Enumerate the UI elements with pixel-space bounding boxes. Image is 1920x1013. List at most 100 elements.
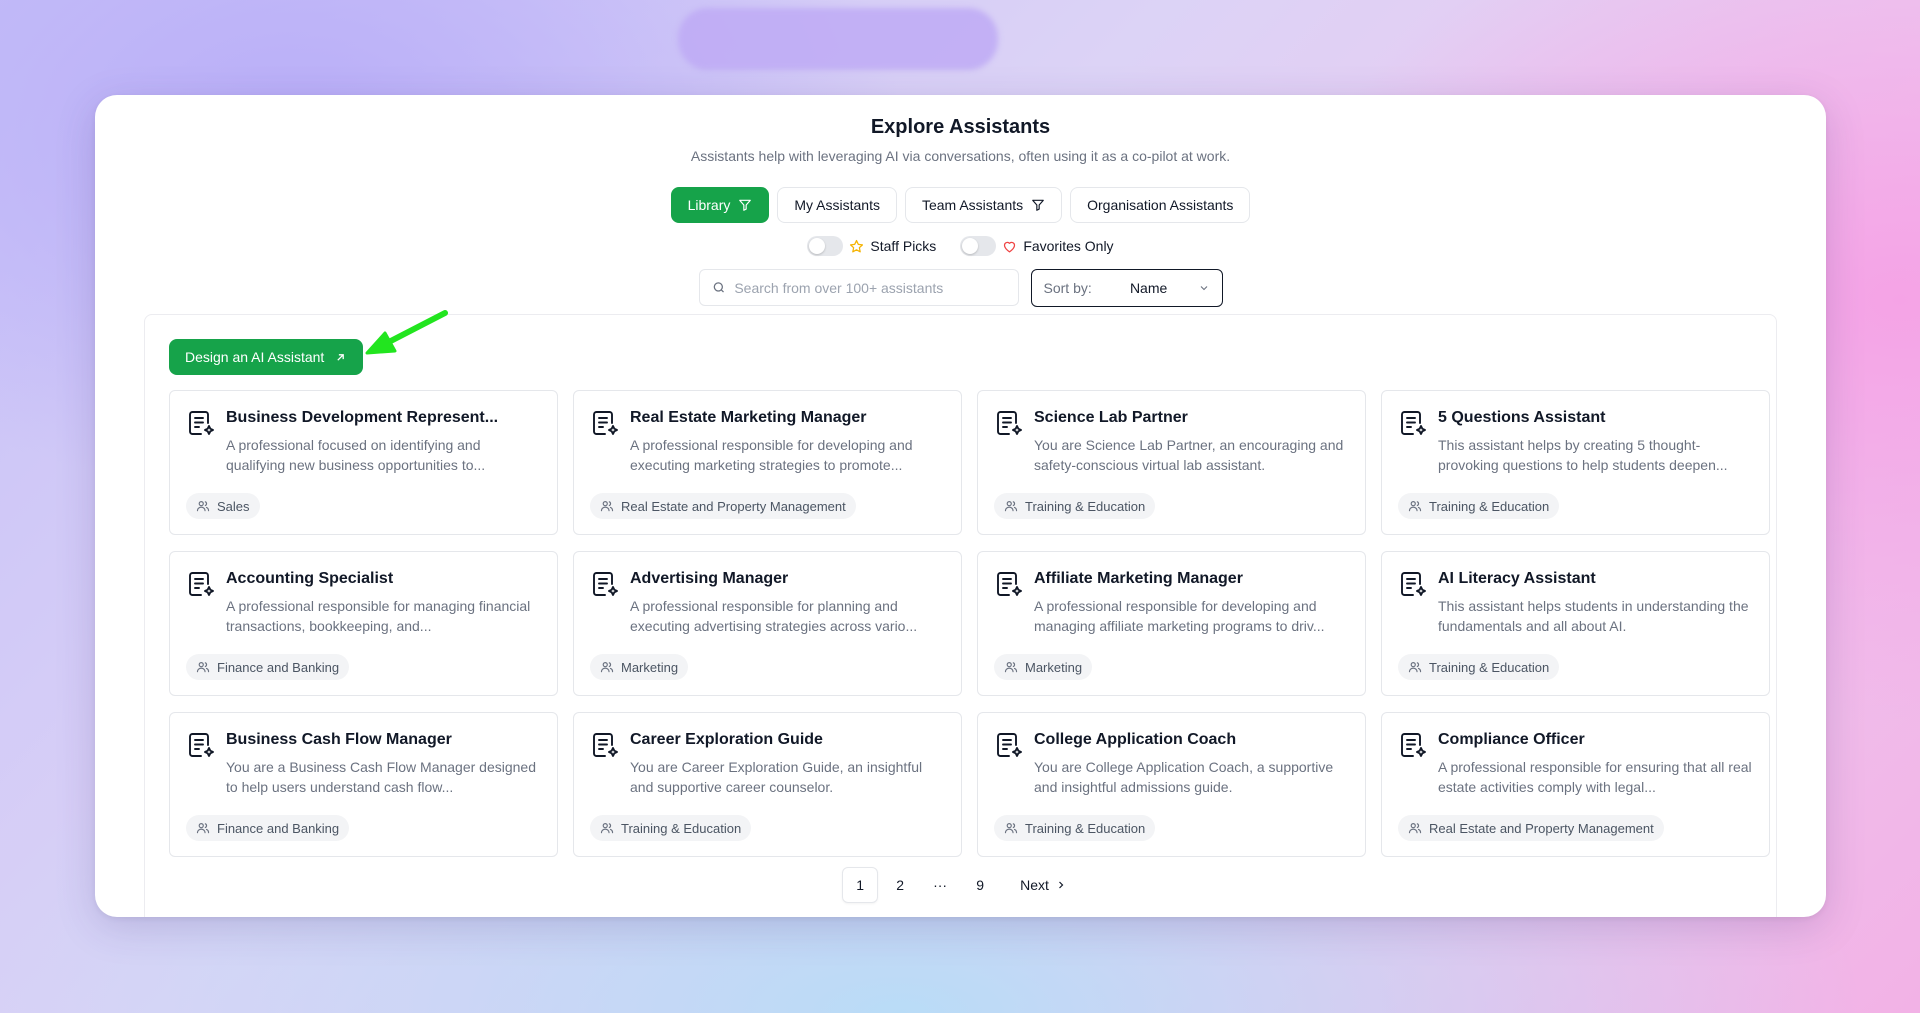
category-badge: Training & Education <box>994 493 1156 519</box>
assistant-card-title: Career Exploration Guide <box>630 731 823 748</box>
favorites-label: Favorites Only <box>1023 238 1114 254</box>
assistant-doc-icon <box>1398 730 1428 760</box>
favorites-toggle[interactable] <box>960 236 997 256</box>
category-badge: Marketing <box>994 654 1093 680</box>
category-label: Training & Education <box>1025 498 1146 514</box>
assistant-card[interactable]: College Application Coach You are College… <box>977 712 1366 857</box>
filter-toggles: Staff Picks Favorites Only <box>95 236 1826 256</box>
category-label: Finance and Banking <box>217 820 340 836</box>
assistant-card-description: A professional responsible for developin… <box>630 437 913 473</box>
assistant-card-description: You are Career Exploration Guide, an ins… <box>630 759 923 795</box>
category-badge: Training & Education <box>1398 493 1560 519</box>
assistant-card-title: 5 Questions Assistant <box>1438 409 1606 426</box>
category-label: Finance and Banking <box>217 659 340 675</box>
search-icon <box>713 282 724 293</box>
heart-icon <box>1004 241 1016 252</box>
sort-label: Sort by: <box>1043 280 1092 296</box>
assistant-card-description: A professional responsible for planning … <box>630 598 918 634</box>
assistant-card[interactable]: 5 Questions Assistant This assistant help… <box>1381 390 1770 535</box>
assistant-doc-icon <box>1398 569 1428 599</box>
chevron-down-icon <box>1200 286 1207 291</box>
sort-value: Name <box>1129 280 1168 296</box>
page-title: Explore Assistants <box>870 116 1051 138</box>
filter-icon[interactable] <box>1031 198 1045 212</box>
page-9-button[interactable]: 9 <box>962 867 998 903</box>
users-icon <box>1004 821 1018 835</box>
staff-picks-filter: Staff Picks <box>807 236 936 256</box>
assistant-card-description: This assistant helps students in underst… <box>1438 598 1749 634</box>
category-badge: Training & Education <box>590 815 752 841</box>
assistant-card-title: AI Literacy Assistant <box>1438 570 1596 587</box>
assistant-card[interactable]: Career Exploration Guide You are Career E… <box>573 712 962 857</box>
assistant-card-title: Real Estate Marketing Manager <box>630 409 867 426</box>
design-ai-assistant-button[interactable]: Design an AI Assistant <box>169 339 364 375</box>
arrow-up-right-icon <box>337 353 345 361</box>
assistant-card[interactable]: Real Estate Marketing Manager A professio… <box>573 390 962 535</box>
filter-icon[interactable] <box>738 198 752 212</box>
sort-select[interactable]: Sort by: Name <box>1030 269 1223 307</box>
tab-label: Team Assistants <box>921 197 1024 213</box>
tab-label: Organisation Assistants <box>1087 197 1234 213</box>
chevron-right-icon <box>1058 881 1064 889</box>
category-badge: Finance and Banking <box>186 815 350 841</box>
category-badge: Training & Education <box>994 815 1156 841</box>
category-label: Sales <box>217 498 250 514</box>
assistant-doc-icon <box>186 408 216 438</box>
redacted-logo-blob <box>678 8 998 70</box>
assistant-card-title: College Application Coach <box>1034 731 1237 748</box>
assistant-card-description: A professional focused on identifying an… <box>226 437 486 473</box>
tab-team-assistants[interactable]: Team Assistants <box>904 187 1063 223</box>
assistant-card[interactable]: AI Literacy Assistant This assistant help… <box>1381 551 1770 696</box>
assistant-card[interactable]: Affiliate Marketing Manager A professiona… <box>977 551 1366 696</box>
category-badge: Sales <box>186 493 260 519</box>
category-badge: Training & Education <box>1398 654 1560 680</box>
assistant-card[interactable]: Business Development Represent... A profe… <box>169 390 558 535</box>
category-badge: Real Estate and Property Management <box>590 493 856 519</box>
assistant-card-description: A professional responsible for developin… <box>1034 598 1325 634</box>
page-header: Explore Assistants Assistants help with … <box>95 95 1826 307</box>
assistant-card[interactable]: Compliance Officer A professional respons… <box>1381 712 1770 857</box>
assistant-card-description: You are a Business Cash Flow Manager des… <box>226 759 537 795</box>
assistant-doc-icon <box>590 408 620 438</box>
next-page-button[interactable]: Next <box>1008 867 1079 903</box>
page-subtitle: Assistants help with leveraging AI via c… <box>690 148 1231 164</box>
users-icon <box>196 821 210 835</box>
assistants-panel: Design an AI Assistant Business Developm… <box>144 310 1777 917</box>
annotation-arrow-icon <box>365 310 448 355</box>
assistant-doc-icon <box>186 569 216 599</box>
app-window: Explore Assistants Assistants help with … <box>95 95 1826 917</box>
category-label: Marketing <box>1025 659 1083 675</box>
category-label: Training & Education <box>1429 498 1550 514</box>
category-label: Training & Education <box>1429 659 1550 675</box>
category-badge: Finance and Banking <box>186 654 350 680</box>
category-label: Marketing <box>621 659 679 675</box>
tab-my-assistants[interactable]: My Assistants <box>777 187 897 223</box>
assistant-card-description: You are Science Lab Partner, an encourag… <box>1034 437 1344 473</box>
assistant-card[interactable]: Advertising Manager A professional respon… <box>573 551 962 696</box>
page-1-button[interactable]: 1 <box>842 867 879 903</box>
staff-picks-label: Staff Picks <box>870 238 937 254</box>
category-badge: Marketing <box>590 654 689 680</box>
assistant-card-title: Affiliate Marketing Manager <box>1034 570 1243 587</box>
users-icon <box>196 660 210 674</box>
pagination: 1 2 ··· 9 Next <box>145 867 1776 903</box>
assistant-card[interactable]: Science Lab Partner You are Science Lab P… <box>977 390 1366 535</box>
category-badge: Real Estate and Property Management <box>1398 815 1664 841</box>
favorites-filter: Favorites Only <box>960 236 1114 256</box>
assistant-tabs: Library My Assistants Team Assistants Or… <box>95 187 1826 223</box>
users-icon <box>196 499 210 513</box>
users-icon <box>600 821 614 835</box>
star-icon <box>850 239 864 252</box>
staff-picks-toggle[interactable] <box>807 236 844 256</box>
tab-library[interactable]: Library <box>670 187 770 223</box>
tab-organisation-assistants[interactable]: Organisation Assistants <box>1070 187 1251 223</box>
assistant-card-grid: Business Development Represent... A profe… <box>169 390 1770 857</box>
page-2-button[interactable]: 2 <box>882 867 918 903</box>
search-box <box>698 269 1019 306</box>
assistant-card[interactable]: Accounting Specialist A professional resp… <box>169 551 558 696</box>
category-label: Real Estate and Property Management <box>1429 820 1654 836</box>
assistant-card[interactable]: Business Cash Flow Manager You are a Busi… <box>169 712 558 857</box>
tab-label: Library <box>687 197 731 213</box>
assistant-doc-icon <box>994 408 1024 438</box>
search-input[interactable] <box>734 279 1006 296</box>
